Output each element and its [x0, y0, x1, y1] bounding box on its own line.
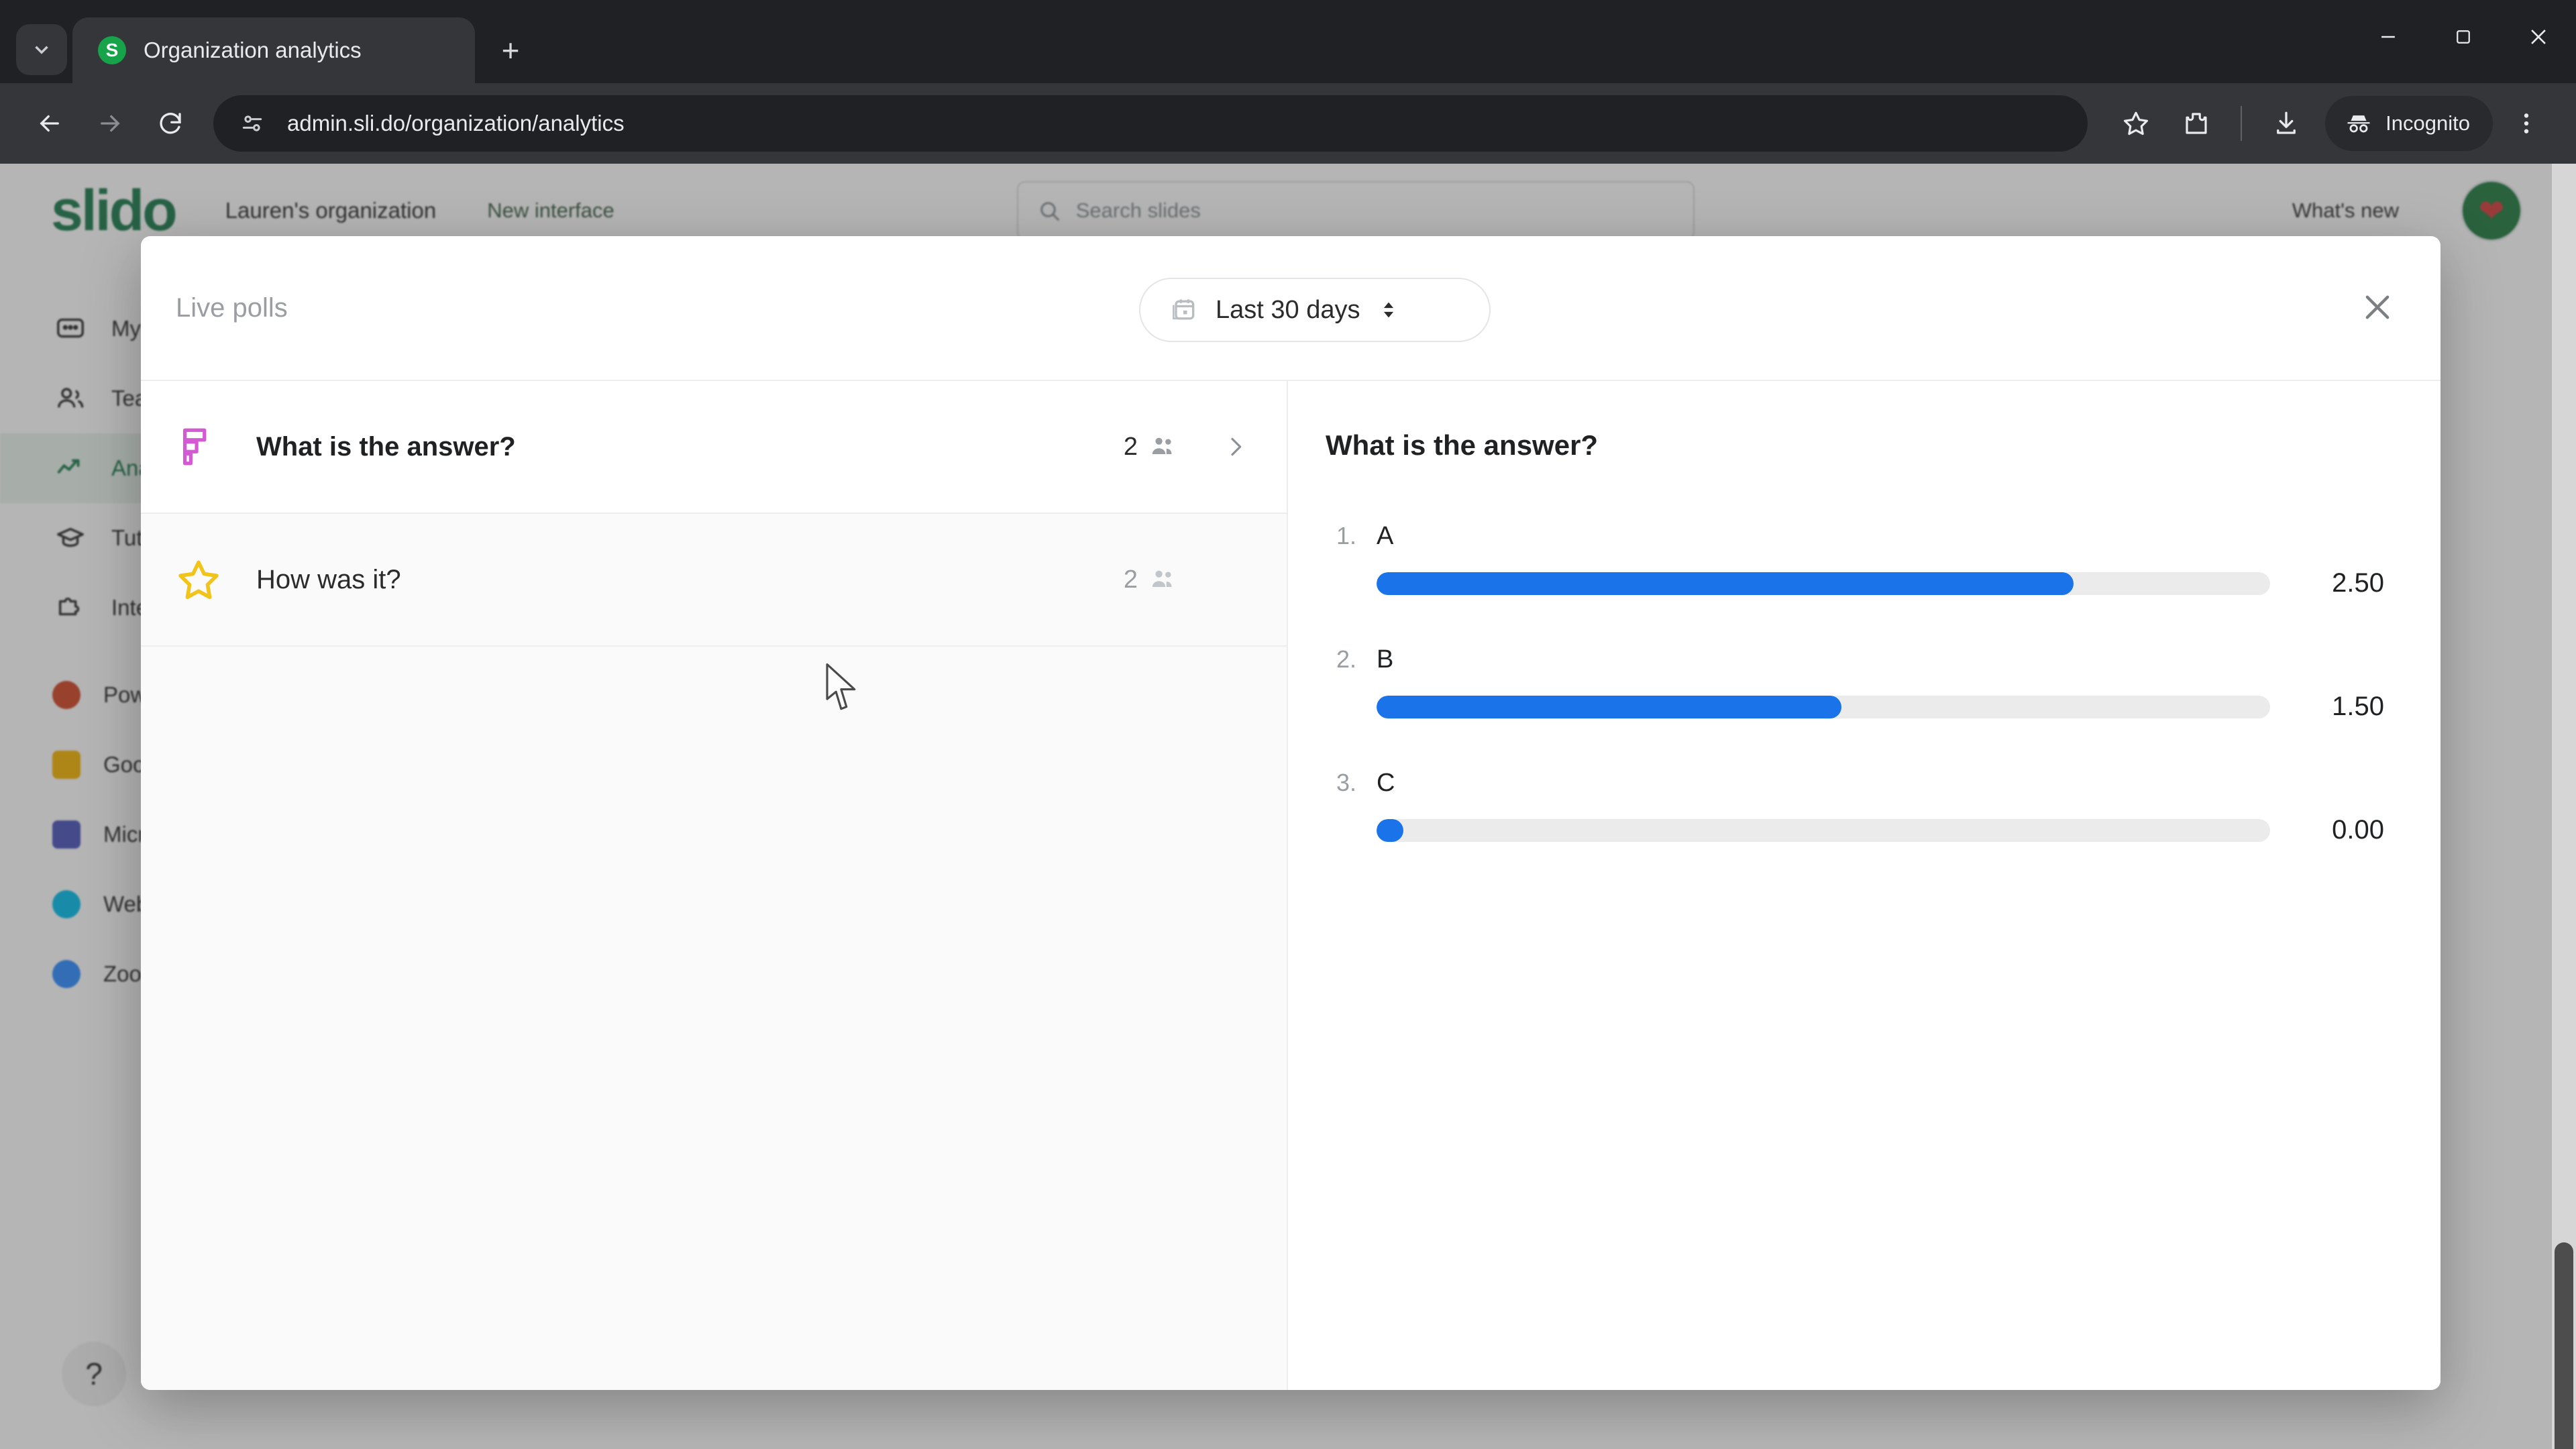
close-icon [2365, 295, 2390, 319]
poll-participants: 2 [1124, 565, 1178, 594]
result-option-row: 1. A 2.50 [1326, 522, 2384, 598]
bar-track [1377, 818, 2270, 842]
maximize-icon [2457, 30, 2470, 44]
forward-button[interactable] [83, 97, 137, 150]
bookmark-button[interactable] [2109, 97, 2163, 150]
browser-toolbar: admin.sli.do/organization/analytics Inco… [0, 83, 2576, 164]
toolbar-divider [2241, 106, 2243, 141]
arrow-right-icon [101, 115, 120, 132]
poll-list: What is the answer? 2 How was it? 2 [141, 381, 1288, 1390]
address-bar[interactable]: admin.sli.do/organization/analytics [213, 95, 2088, 152]
calendar-icon [1173, 299, 1195, 320]
option-label: C [1377, 769, 1395, 797]
minimize-button[interactable] [2351, 0, 2426, 74]
option-rank: 3. [1336, 769, 1356, 796]
participant-count: 2 [1123, 432, 1138, 461]
three-dot-menu-icon [2524, 113, 2529, 133]
option-value: 1.50 [2332, 692, 2384, 721]
option-value: 2.50 [2332, 568, 2384, 598]
poll-participants: 2 [1124, 432, 1178, 462]
option-label: B [1377, 645, 1394, 674]
rating-star-icon [173, 554, 224, 605]
browser-tab[interactable]: S Organization analytics [72, 17, 475, 83]
people-icon [1152, 570, 1172, 587]
date-range-selector[interactable]: Last 30 days [1139, 278, 1491, 342]
tab-title: Organization analytics [144, 38, 362, 62]
result-option-row: 2. B 1.50 [1326, 645, 2384, 722]
people-icon [1152, 437, 1172, 454]
poll-list-item-selected[interactable]: What is the answer? 2 [141, 381, 1287, 514]
multiple-choice-icon [173, 421, 224, 472]
extensions-button[interactable] [2169, 97, 2223, 150]
browser-menu-button[interactable] [2500, 97, 2553, 150]
poll-label: How was it? [256, 564, 401, 594]
option-value: 0.00 [2332, 815, 2384, 845]
reload-button[interactable] [144, 97, 197, 150]
up-down-chevron-icon [1384, 302, 1394, 318]
option-bar-line: 0.00 [1326, 815, 2384, 845]
option-bar-line: 2.50 [1326, 568, 2384, 598]
poll-label: What is the answer? [256, 431, 516, 462]
star-icon [2124, 111, 2149, 136]
close-modal-button[interactable] [2344, 274, 2411, 341]
slido-favicon: S [98, 36, 126, 64]
option-bar-line: 1.50 [1326, 692, 2384, 722]
downloads-button[interactable] [2259, 97, 2313, 150]
option-header: 1. A [1326, 522, 2384, 551]
chevron-right-icon[interactable] [1220, 433, 1252, 460]
scrollbar-thumb[interactable] [2555, 1242, 2573, 1449]
favicon-letter: S [105, 40, 119, 60]
window-close-button[interactable] [2501, 0, 2576, 74]
incognito-indicator[interactable]: Incognito [2325, 96, 2493, 151]
incognito-icon [2347, 115, 2370, 133]
site-settings-icon[interactable] [236, 107, 268, 140]
incognito-label: Incognito [2385, 111, 2470, 135]
window-controls [2351, 0, 2576, 83]
option-rank: 2. [1336, 645, 1356, 673]
minimize-icon [2381, 36, 2395, 38]
tab-close-button[interactable] [423, 33, 458, 68]
live-polls-modal: Live polls Last 30 days What is the answ… [141, 236, 2440, 1390]
option-header: 2. B [1326, 645, 2384, 674]
maximize-button[interactable] [2426, 0, 2501, 74]
poll-results-panel: What is the answer? 1. A 2.50 2. B 1.50 … [1288, 381, 2440, 1390]
arrow-left-icon [40, 115, 59, 132]
download-icon [2277, 111, 2296, 134]
chevron-down-icon [35, 46, 48, 54]
option-header: 3. C [1326, 769, 2384, 798]
back-button[interactable] [23, 97, 76, 150]
option-label: A [1377, 522, 1394, 550]
bar-fill [1377, 818, 1403, 842]
reload-icon [160, 113, 181, 134]
poll-list-item[interactable]: How was it? 2 [141, 514, 1287, 647]
tab-strip: S Organization analytics + [0, 0, 2576, 83]
modal-header: Live polls Last 30 days [141, 236, 2440, 380]
date-range-label: Last 30 days [1216, 295, 1360, 324]
bar-track [1377, 572, 2270, 595]
bar-track [1377, 695, 2270, 718]
option-rank: 1. [1336, 522, 1356, 549]
results-question-title: What is the answer? [1326, 429, 1599, 461]
modal-body: What is the answer? 2 How was it? 2 What… [141, 380, 2440, 1390]
browser-window: S Organization analytics + admin.sli.do/… [0, 0, 2576, 1449]
window-close-icon [2531, 30, 2546, 44]
result-option-row: 3. C 0.00 [1326, 769, 2384, 845]
page-scrollbar[interactable] [2552, 164, 2576, 1449]
new-tab-button[interactable]: + [487, 27, 534, 74]
bar-fill [1377, 572, 2074, 595]
modal-title: Live polls [176, 292, 288, 323]
tab-search-button[interactable] [16, 24, 67, 75]
url-text: admin.sli.do/organization/analytics [287, 111, 625, 136]
extensions-icon [2186, 113, 2207, 134]
bar-fill [1377, 695, 1841, 718]
participant-count: 2 [1123, 565, 1138, 594]
